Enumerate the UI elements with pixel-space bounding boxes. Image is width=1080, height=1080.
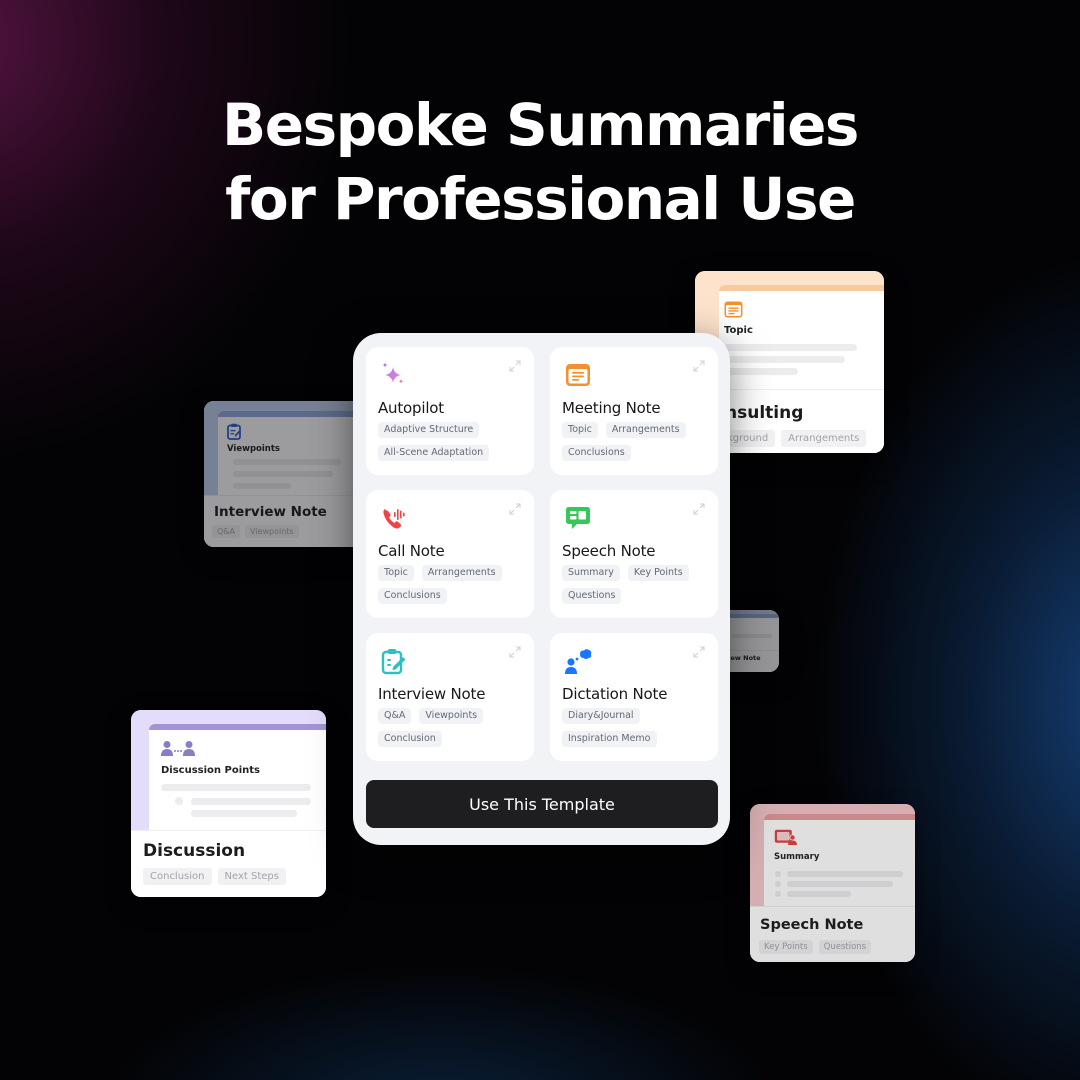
card-preview-sheet: Topic [719,285,884,391]
template-tags: Q&A Viewpoints Conclusion [378,708,526,747]
tag: Conclusion [378,731,442,747]
document-list-icon [724,301,743,318]
template-card-meeting-note[interactable]: Meeting Note Topic Arrangements Conclusi… [550,347,718,475]
tag: Q&A [378,708,412,724]
expand-icon[interactable] [509,503,521,515]
expand-icon[interactable] [693,360,705,372]
tag: Conclusion [143,868,212,885]
tag: Viewpoints [419,708,484,724]
tag: Questions [562,588,622,604]
floating-card-discussion: Discussion Points Discussion Conclusion … [131,710,326,897]
template-title: Interview Note [378,685,486,703]
template-picker-panel: Autopilot Adaptive Structure All-Scene A… [353,333,730,845]
tag: Key Points [627,565,689,581]
tag: Diary&Journal [562,708,640,724]
template-title: Meeting Note [562,399,661,417]
tag: Next Steps [217,868,286,885]
template-tags: Topic Arrangements Conclusions [562,422,710,461]
card-title: nsulting [725,403,804,423]
headline-line-1: Bespoke Summaries [222,91,859,159]
tag: Adaptive Structure [378,422,480,438]
expand-icon[interactable] [509,646,521,658]
headline-line-2: for Professional Use [225,165,856,233]
floating-card-partial: view Note [722,610,779,672]
tag: Arrangements [605,422,686,438]
expand-icon[interactable] [693,503,705,515]
tag: Inspiration Memo [562,731,657,747]
sparkles-icon [382,362,404,384]
template-tags: Diary&Journal Inspiration Memo [562,708,710,747]
headline: Bespoke Summaries for Professional Use [0,88,1080,236]
use-template-button[interactable]: Use This Template [366,780,718,828]
template-card-autopilot[interactable]: Autopilot Adaptive Structure All-Scene A… [366,347,534,475]
template-title: Speech Note [562,542,656,560]
template-card-dictation-note[interactable]: Dictation Note Diary&Journal Inspiration… [550,633,718,761]
tag: Conclusions [562,445,631,461]
card-section-label: Discussion Points [161,765,261,776]
template-title: Call Note [378,542,445,560]
template-tags: Summary Key Points Questions [562,565,710,604]
speech-bubble-icon [566,507,590,529]
phone-waveform-icon [383,509,405,529]
floating-card-speech-note: Summary Speech Note Key Points Questions [750,804,915,962]
template-card-interview-note[interactable]: Interview Note Q&A Viewpoints Conclusion [366,633,534,761]
tag: Arrangements [781,430,867,447]
tag: All-Scene Adaptation [378,445,490,461]
people-discussion-icon [161,741,195,756]
person-thought-icon [565,649,592,674]
floating-card-interview-note: Viewpoints Interview Note Q&A Viewpoints [204,401,364,547]
card-title: Discussion [143,841,246,861]
tag: Topic [378,565,414,581]
tag: Topic [562,422,598,438]
document-list-icon [566,364,590,386]
tag: Summary [562,565,620,581]
tag: Conclusions [378,588,447,604]
card-section-label: Topic [724,325,753,336]
template-card-speech-note[interactable]: Speech Note Summary Key Points Questions [550,490,718,618]
template-tags: Topic Arrangements Conclusions [378,565,526,604]
template-title: Dictation Note [562,685,668,703]
tag: Arrangements [421,565,502,581]
template-tags: Adaptive Structure All-Scene Adaptation [378,422,526,461]
expand-icon[interactable] [509,360,521,372]
template-title: Autopilot [378,399,444,417]
template-card-call-note[interactable]: Call Note Topic Arrangements Conclusions [366,490,534,618]
clipboard-edit-icon [381,649,406,675]
expand-icon[interactable] [693,646,705,658]
